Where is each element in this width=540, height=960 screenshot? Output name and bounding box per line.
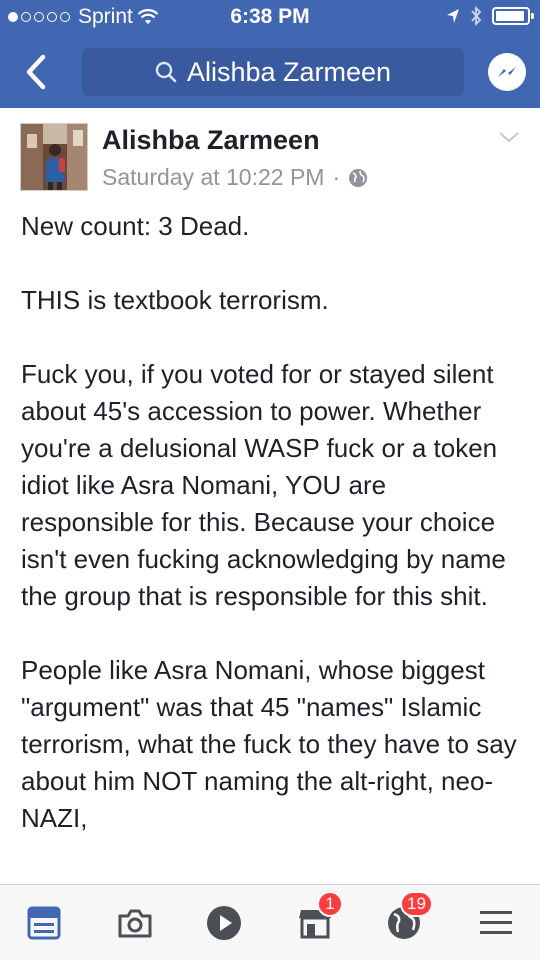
globe-icon [349,168,368,187]
post-meta: Saturday at 10:22 PM · [102,164,368,191]
post-options-button[interactable] [498,130,520,149]
avatar-photo [21,124,87,190]
bottom-tab-bar: 1 19 [0,884,540,960]
notifications-badge: 19 [400,891,433,917]
news-feed-icon [27,906,61,940]
chevron-down-icon [499,132,519,143]
location-arrow-icon [447,9,459,23]
messenger-icon [498,67,516,77]
status-bar: Sprint 6:38 PM [0,0,540,36]
post-paragraph: Fuck you, if you voted for or stayed sil… [21,359,506,611]
post-paragraph: THIS is textbook terrorism. [21,285,329,315]
status-icons [446,6,534,26]
navigation-bar: Alishba Zarmeen [0,36,540,108]
search-field[interactable]: Alishba Zarmeen [82,48,464,96]
post-body: New count: 3 Dead. THIS is textbook terr… [21,208,521,874]
requests-badge: 1 [317,891,343,917]
tab-menu[interactable] [474,903,518,943]
post-timestamp[interactable]: Saturday at 10:22 PM [102,164,324,191]
meta-separator: · [332,164,341,190]
back-arrow-icon [26,54,46,90]
tab-marketplace[interactable]: 1 [293,891,343,943]
camera-icon [118,909,152,938]
battery-icon [492,7,534,25]
post-paragraph: New count: 3 Dead. [21,211,250,241]
tab-video[interactable] [202,903,246,943]
video-play-icon [207,906,241,940]
content-fade [0,872,540,884]
back-button[interactable] [14,50,58,94]
tab-notifications[interactable]: 19 [382,891,433,943]
author-avatar[interactable] [20,123,88,191]
search-query: Alishba Zarmeen [186,56,392,87]
hamburger-menu-icon [480,911,512,934]
post-author-name[interactable]: Alishba Zarmeen [102,125,320,156]
post-card: Alishba Zarmeen Saturday at 10:22 PM · N… [0,108,540,884]
tab-news-feed[interactable] [22,903,66,943]
tab-camera[interactable] [113,903,157,943]
bluetooth-icon [471,6,482,26]
search-icon [155,61,177,83]
post-paragraph: People like Asra Nomani, whose biggest "… [21,655,517,833]
messenger-button[interactable] [488,53,526,91]
